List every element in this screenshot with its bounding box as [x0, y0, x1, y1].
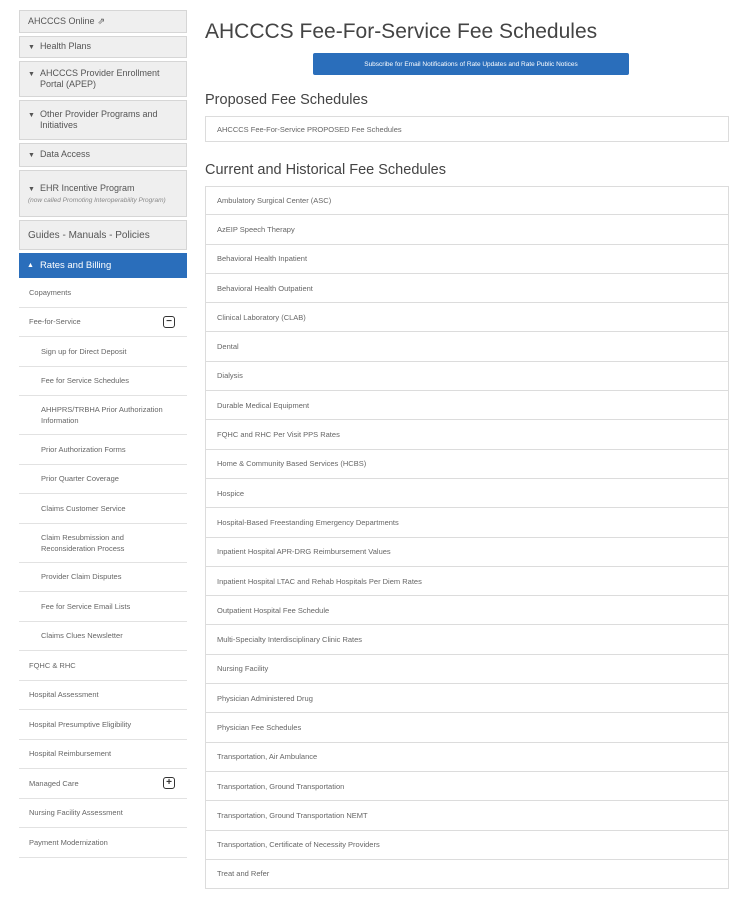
list-item[interactable]: Physician Administered Drug [205, 684, 729, 714]
sidebar-item-direct-deposit[interactable]: Sign up for Direct Deposit [19, 337, 187, 367]
list-item[interactable]: Dialysis [205, 361, 729, 392]
sidebar-item-label: AHHPRS/TRBHA Prior Authorization Informa… [41, 405, 163, 425]
sidebar-item-label: Prior Quarter Coverage [41, 474, 119, 484]
page-title: AHCCCS Fee-For-Service Fee Schedules [205, 20, 598, 43]
sidebar-item-label: Data Access [39, 149, 90, 159]
sidebar-item-label: Managed Care [29, 778, 79, 788]
list-item[interactable]: Multi-Specialty Interdisciplinary Clinic… [205, 625, 729, 655]
sidebar-item-email-lists[interactable]: Fee for Service Email Lists [19, 592, 187, 622]
list-item[interactable]: Treat and Refer [205, 859, 729, 890]
list-item[interactable]: Inpatient Hospital LTAC and Rehab Hospit… [205, 566, 729, 597]
sidebar: AHCCCS Online ⇗ ▼ Health Plans ▼ AHCCCS Pro… [19, 10, 187, 858]
sidebar-item-label: Fee for Service Schedules [41, 376, 129, 386]
sidebar-item-label: Claims Clues Newsletter [41, 631, 123, 641]
collapse-icon[interactable]: − [163, 315, 175, 328]
sidebar-item-label: FQHC & RHC [29, 660, 76, 670]
sidebar-item-label: Provider Claim Disputes [41, 572, 122, 582]
sidebar-item-label: Copayments [29, 287, 72, 297]
sidebar-item-label: Hospital Presumptive Eligibility [29, 719, 132, 729]
caret-down-icon: ▼ [28, 44, 35, 51]
sidebar-item-guides[interactable]: Guides - Manuals - Policies [19, 220, 187, 250]
proposed-list: AHCCCS Fee-For-Service PROPOSED Fee Sche… [205, 116, 729, 142]
sidebar-item-label: Sign up for Direct Deposit [41, 346, 127, 356]
subscribe-button[interactable]: Subscribe for Email Notifications of Rat… [313, 53, 629, 75]
list-item[interactable]: Physician Fee Schedules [205, 713, 729, 743]
caret-down-icon: ▼ [28, 185, 35, 193]
sidebar-item-health-plans[interactable]: ▼ Health Plans [19, 36, 187, 58]
list-item[interactable]: Hospital-Based Freestanding Emergency De… [205, 508, 729, 538]
current-heading: Current and Historical Fee Schedules [205, 162, 446, 178]
sidebar-item-nf-assessment[interactable]: Nursing Facility Assessment [19, 798, 187, 828]
sidebar-item-label: AHCCCS Online [28, 16, 95, 26]
list-item[interactable]: Durable Medical Equipment [205, 391, 729, 421]
list-item[interactable]: AHCCCS Fee-For-Service PROPOSED Fee Sche… [205, 116, 729, 142]
sidebar-item-label: Claim Resubmission and Reconsideration P… [41, 532, 125, 553]
caret-down-icon: ▼ [28, 112, 35, 119]
sidebar-item-copayments[interactable]: Copayments [19, 278, 187, 308]
sidebar-item-ahcccs-online[interactable]: AHCCCS Online ⇗ [19, 10, 187, 33]
sidebar-item-label: Fee for Service Email Lists [41, 601, 131, 611]
sidebar-item-label: Health Plans [39, 41, 91, 51]
sidebar-item-rates-billing[interactable]: ▲ Rates and Billing [19, 253, 187, 278]
sidebar-item-ffs-schedules[interactable]: Fee for Service Schedules [19, 366, 187, 396]
sidebar-item-managed-care[interactable]: Managed Care + [19, 769, 187, 799]
list-item[interactable]: Dental [205, 332, 729, 362]
sidebar-item-label: Prior Authorization Forms [41, 444, 126, 454]
main-content: AHCCCS Fee-For-Service Fee Schedules Sub… [205, 10, 729, 890]
proposed-heading: Proposed Fee Schedules [205, 92, 368, 108]
expand-icon[interactable]: + [163, 777, 175, 790]
sidebar-item-label: Hospital Reimbursement [29, 749, 112, 759]
list-item[interactable]: Transportation, Ground Transportation NE… [205, 801, 729, 831]
list-item[interactable]: AzEIP Speech Therapy [205, 215, 729, 245]
sidebar-item-ehr-incentive[interactable]: ▼ EHR Incentive Program (now called Promo… [19, 170, 187, 217]
sidebar-item-prior-quarter[interactable]: Prior Quarter Coverage [19, 464, 187, 494]
sidebar-item-presumptive-eligibility[interactable]: Hospital Presumptive Eligibility [19, 710, 187, 740]
sidebar-item-sublabel: (now called Promoting Interoperability P… [28, 196, 166, 204]
list-item[interactable]: Clinical Laboratory (CLAB) [205, 303, 729, 333]
sidebar-item-claim-resubmission[interactable]: Claim Resubmission and Reconsideration P… [19, 523, 187, 563]
sidebar-item-fqhc-rhc[interactable]: FQHC & RHC [19, 651, 187, 681]
sidebar-item-other-programs[interactable]: ▼ Other Provider Programs and Initiatives [19, 100, 187, 140]
sidebar-item-data-access[interactable]: ▼ Data Access [19, 143, 187, 167]
sidebar-item-label: Nursing Facility Assessment [29, 808, 123, 818]
list-item[interactable]: Home & Community Based Services (HCBS) [205, 449, 729, 479]
sidebar-item-claims-customer-service[interactable]: Claims Customer Service [19, 494, 187, 524]
sidebar-item-label: Rates and Billing [39, 260, 112, 271]
list-item[interactable]: Transportation, Ground Transportation [205, 771, 729, 802]
sidebar-item-claim-disputes[interactable]: Provider Claim Disputes [19, 562, 187, 592]
sidebar-item-label: Hospital Assessment [29, 690, 99, 700]
sidebar-item-prior-auth-forms[interactable]: Prior Authorization Forms [19, 435, 187, 465]
list-item[interactable]: Behavioral Health Outpatient [205, 273, 729, 304]
sidebar-item-apep[interactable]: ▼ AHCCCS Provider Enrollment Portal (APEP… [19, 61, 187, 97]
sidebar-item-label: Guides - Manuals - Policies [28, 229, 150, 241]
list-item[interactable]: Nursing Facility [205, 654, 729, 685]
sidebar-item-prior-auth-info[interactable]: AHHPRS/TRBHA Prior Authorization Informa… [19, 396, 187, 435]
sidebar-item-label: Claims Customer Service [41, 503, 126, 513]
list-item[interactable]: Inpatient Hospital APR-DRG Reimbursement… [205, 537, 729, 567]
sidebar-item-label: AHCCCS Provider Enrollment Portal (APEP) [39, 68, 160, 89]
caret-down-icon: ▼ [28, 152, 35, 159]
sidebar-item-hospital-reimbursement[interactable]: Hospital Reimbursement [19, 739, 187, 769]
caret-down-icon: ▼ [28, 71, 35, 78]
sidebar-item-label: Payment Modernization [29, 837, 108, 847]
sidebar-item-payment-modernization[interactable]: Payment Modernization [19, 828, 187, 858]
list-item[interactable]: Transportation, Air Ambulance [205, 742, 729, 772]
list-item[interactable]: Hospice [205, 478, 729, 509]
list-item[interactable]: Behavioral Health Inpatient [205, 244, 729, 274]
list-item[interactable]: Outpatient Hospital Fee Schedule [205, 596, 729, 626]
sidebar-item-label: Other Provider Programs and Initiatives [39, 109, 158, 130]
external-link-icon: ⇗ [97, 16, 106, 26]
list-item[interactable]: Ambulatory Surgical Center (ASC) [205, 186, 729, 216]
caret-up-icon: ▲ [27, 262, 34, 269]
list-item[interactable]: FQHC and RHC Per Visit PPS Rates [205, 420, 729, 450]
sidebar-item-hospital-assessment[interactable]: Hospital Assessment [19, 680, 187, 710]
sidebar-item-fee-for-service[interactable]: Fee-for-Service − [19, 307, 187, 337]
list-item[interactable]: Transportation, Certificate of Necessity… [205, 830, 729, 860]
sidebar-item-claims-clues[interactable]: Claims Clues Newsletter [19, 621, 187, 651]
sidebar-item-label: Fee-for-Service [29, 317, 81, 327]
sidebar-item-label: EHR Incentive Program [39, 182, 135, 193]
current-list: Ambulatory Surgical Center (ASC) AzEIP Sp… [205, 186, 729, 890]
